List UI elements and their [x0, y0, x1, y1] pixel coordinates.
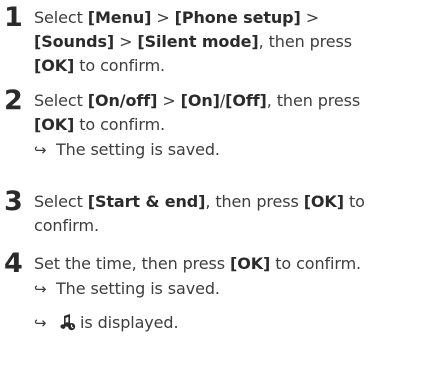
step-number: 1 [4, 2, 23, 33]
step-line: [Sounds] > [Silent mode], then press [34, 32, 352, 51]
ok-label: [OK] [230, 254, 271, 273]
step-text: Select [Start & end], then press [OK] to… [34, 190, 444, 238]
step-text: Select [Menu] > [Phone setup] > [Sounds]… [34, 6, 444, 78]
step-line: Set the time, then press [OK] to confirm… [34, 254, 362, 273]
ok-label: [OK] [34, 56, 75, 75]
silent-mode-icon [58, 314, 76, 331]
step-result: ↪ is displayed. [34, 311, 444, 335]
step-text: Set the time, then press [OK] to confirm… [34, 252, 444, 335]
right-arrow-icon: ↪ [34, 141, 47, 159]
step-line: [OK] to confirm. [34, 115, 166, 134]
step-result: ↪ The setting is saved. [34, 277, 444, 301]
sounds-label: [Sounds] [34, 32, 115, 51]
ok-label: [OK] [303, 192, 344, 211]
step-number: 4 [4, 248, 23, 279]
phone-setup-label: [Phone setup] [174, 8, 301, 27]
step-line: Select [Start & end], then press [OK] to [34, 192, 365, 211]
ok-label: [OK] [34, 115, 75, 134]
step-line: Select [Menu] > [Phone setup] > [34, 8, 320, 27]
step-line: confirm. [34, 216, 99, 235]
on-label: [On] [180, 91, 220, 110]
off-label: [Off] [225, 91, 267, 110]
step-line: [OK] to confirm. [34, 56, 166, 75]
step-number: 2 [4, 85, 23, 116]
start-end-label: [Start & end] [87, 192, 206, 211]
instruction-page: 1 Select [Menu] > [Phone setup] > [Sound… [0, 0, 447, 371]
step-line: Select [On/off] > [On]/[Off], then press [34, 91, 361, 110]
on-off-label: [On/off] [87, 91, 158, 110]
right-arrow-icon: ↪ [34, 280, 47, 298]
silent-mode-label: [Silent mode] [137, 32, 259, 51]
right-arrow-icon: ↪ [34, 314, 47, 332]
step-number: 3 [4, 186, 23, 217]
step-text: Select [On/off] > [On]/[Off], then press… [34, 89, 444, 162]
menu-label: [Menu] [87, 8, 152, 27]
step-result: ↪ The setting is saved. [34, 138, 444, 162]
